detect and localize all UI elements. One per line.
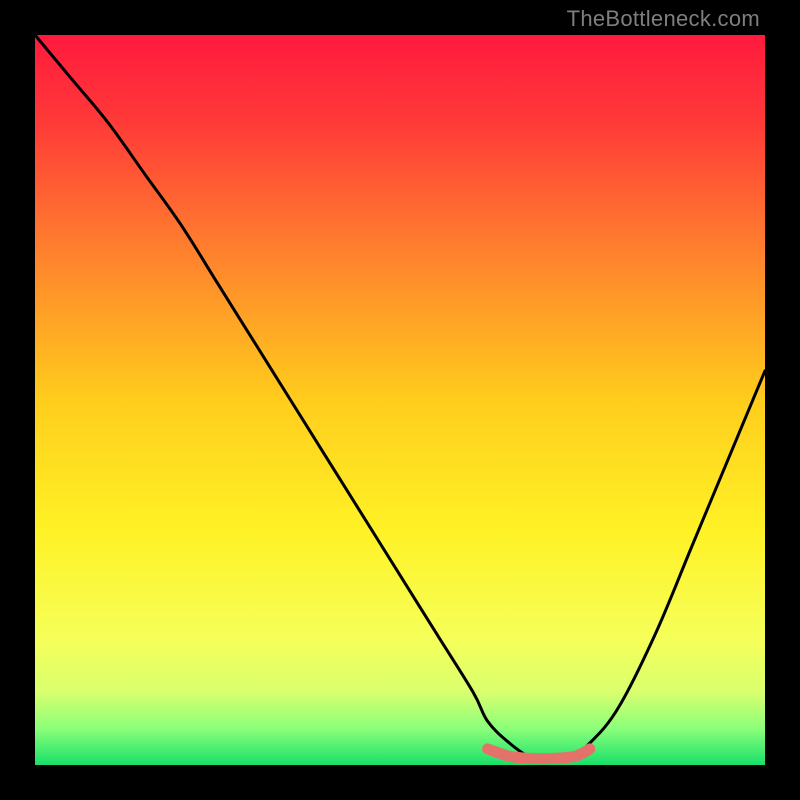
watermark-text: TheBottleneck.com [567,6,760,32]
bottleneck-curve [35,35,765,759]
plot-area [35,35,765,765]
highlight-band [488,749,590,759]
chart-svg [35,35,765,765]
outer-frame: TheBottleneck.com [0,0,800,800]
